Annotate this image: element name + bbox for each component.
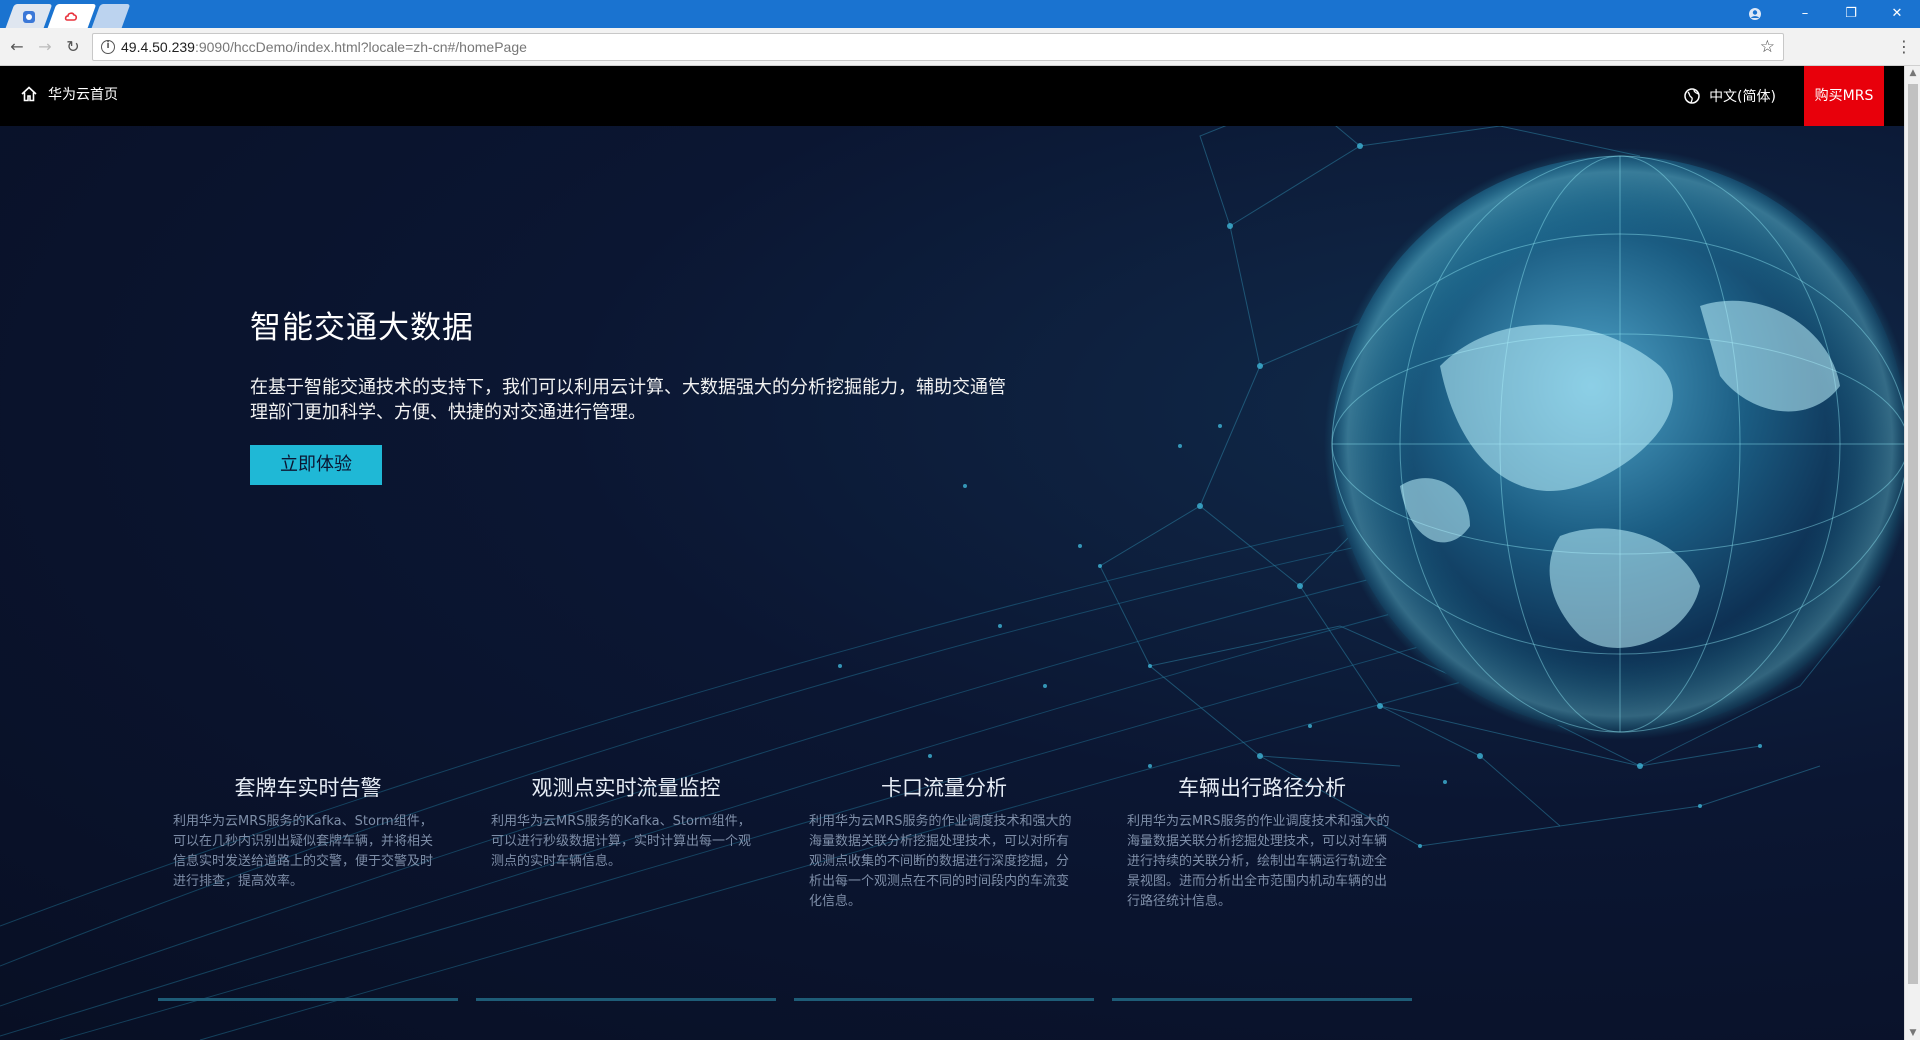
feature-card[interactable]: 套牌车实时告警 利用华为云MRS服务的Kafka、Storm组件，可以在几秒内识…	[158, 772, 458, 1001]
hero-title: 智能交通大数据	[250, 310, 474, 346]
feature-underline	[794, 998, 1094, 1001]
scroll-up-icon[interactable]: ▲	[1907, 68, 1919, 78]
app-tab-icon	[22, 9, 36, 23]
buy-mrs-button[interactable]: 购买MRS	[1804, 66, 1884, 126]
top-nav: 华为云首页 中文(简体) 购买MRS	[0, 66, 1904, 126]
address-bar[interactable]: i 49.4.50.239:9090/hccDemo/index.html?lo…	[92, 33, 1784, 61]
profile-icon[interactable]	[1732, 0, 1778, 28]
feature-text: 利用华为云MRS服务的作业调度技术和强大的海量数据关联分析挖掘处理技术，可以对所…	[809, 814, 1072, 909]
feature-card[interactable]: 车辆出行路径分析 利用华为云MRS服务的作业调度技术和强大的海量数据关联分析挖掘…	[1112, 772, 1412, 1001]
page-scrollbar[interactable]: ▲ ▼	[1904, 66, 1920, 1040]
forward-icon[interactable]: →	[34, 36, 56, 58]
hero-description: 在基于智能交通技术的支持下，我们可以利用云计算、大数据强大的分析挖掘能力，辅助交…	[250, 377, 1006, 423]
browser-toolbar: ← → ↻ i 49.4.50.239:9090/hccDemo/index.h…	[0, 28, 1920, 66]
home-icon	[21, 86, 37, 102]
close-button[interactable]: ✕	[1874, 0, 1920, 28]
browser-tab[interactable]	[5, 4, 53, 28]
browser-tab-active[interactable]	[47, 4, 97, 28]
page-viewport: 华为云首页 中文(简体) 购买MRS 智能交通大数据 在基于智能交通技术的支持下…	[0, 66, 1904, 1040]
url-host: 49.4.50.239	[121, 39, 195, 55]
feature-underline	[158, 998, 458, 1001]
home-link-label: 华为云首页	[48, 87, 118, 103]
feature-title: 车辆出行路径分析	[1178, 776, 1346, 800]
browser-menu-icon[interactable]: ⋮	[1896, 36, 1912, 58]
bookmark-star-icon[interactable]: ☆	[1760, 37, 1775, 57]
feature-title: 卡口流量分析	[881, 776, 1007, 800]
feature-card[interactable]: 观测点实时流量监控 利用华为云MRS服务的Kafka、Storm组件，可以进行秒…	[476, 772, 776, 1001]
feature-text: 利用华为云MRS服务的作业调度技术和强大的海量数据关联分析挖掘处理技术，可以对车…	[1127, 814, 1390, 909]
url-path: :9090/hccDemo/index.html?locale=zh-cn#/h…	[194, 39, 527, 55]
feature-underline	[476, 998, 776, 1001]
language-selector[interactable]: 中文(简体)	[1683, 86, 1776, 106]
minimize-button[interactable]: –	[1782, 0, 1828, 28]
feature-card[interactable]: 卡口流量分析 利用华为云MRS服务的作业调度技术和强大的海量数据关联分析挖掘处理…	[794, 772, 1094, 1001]
back-icon[interactable]: ←	[6, 36, 28, 58]
browser-tab-strip: – ❐ ✕	[0, 0, 1920, 28]
reload-icon[interactable]: ↻	[62, 36, 84, 58]
info-icon[interactable]: i	[101, 40, 115, 54]
home-link[interactable]: 华为云首页	[20, 84, 118, 104]
feature-underline	[1112, 998, 1412, 1001]
try-now-button[interactable]: 立即体验	[250, 445, 382, 485]
scroll-down-icon[interactable]: ▼	[1907, 1028, 1919, 1038]
feature-text: 利用华为云MRS服务的Kafka、Storm组件，可以进行秒级数据计算，实时计算…	[491, 814, 752, 869]
feature-title: 套牌车实时告警	[234, 776, 382, 800]
feature-text: 利用华为云MRS服务的Kafka、Storm组件，可以在几秒内识别出疑似套牌车辆…	[173, 814, 434, 889]
language-label: 中文(简体)	[1709, 89, 1776, 105]
new-tab-button[interactable]	[91, 4, 131, 28]
url-text: 49.4.50.239:9090/hccDemo/index.html?loca…	[121, 39, 527, 55]
restore-button[interactable]: ❐	[1828, 0, 1874, 28]
feature-title: 观测点实时流量监控	[531, 776, 721, 800]
globe-icon	[1684, 88, 1700, 104]
huawei-cloud-tab-icon	[64, 9, 78, 23]
scrollbar-thumb[interactable]	[1908, 84, 1918, 984]
hero-section: 智能交通大数据 在基于智能交通技术的支持下，我们可以利用云计算、大数据强大的分析…	[250, 302, 1010, 485]
